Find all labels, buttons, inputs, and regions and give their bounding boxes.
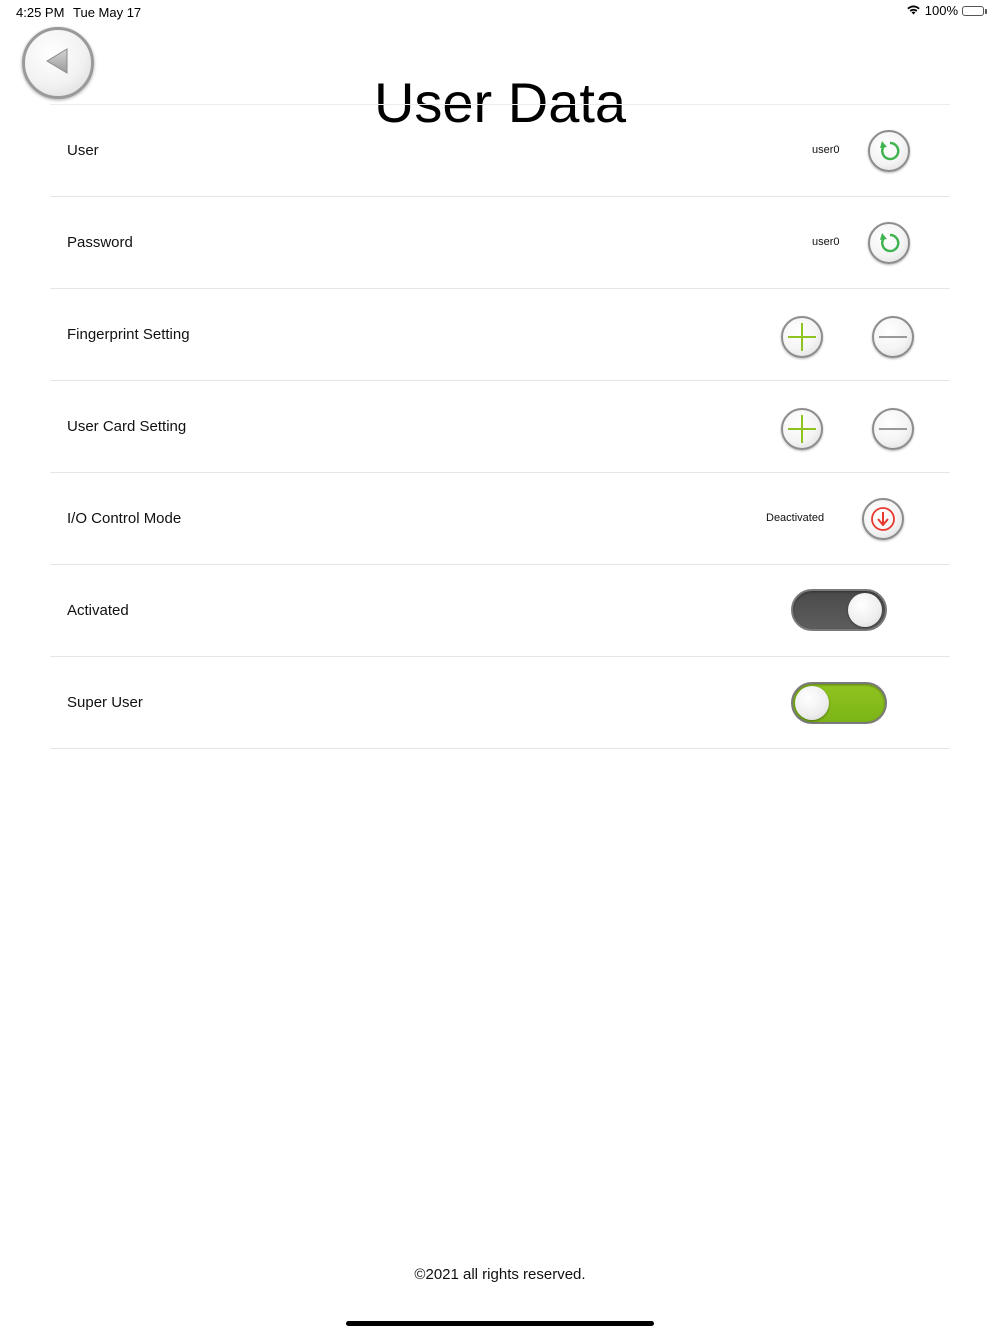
row-user: User user0 [50, 105, 950, 197]
down-arrow-icon [869, 505, 897, 533]
toggle-knob [795, 686, 829, 720]
status-bar: 4:25 PM Tue May 17 100% [0, 0, 1000, 24]
home-indicator[interactable] [346, 1321, 654, 1326]
password-refresh-button[interactable] [868, 222, 910, 264]
super-user-toggle[interactable] [791, 682, 887, 724]
fingerprint-label: Fingerprint Setting [67, 326, 190, 343]
battery-percent: 100% [924, 3, 958, 18]
row-password: Password user0 [50, 197, 950, 289]
status-indicators: 100% [906, 3, 987, 18]
super-user-label: Super User [67, 694, 143, 711]
status-time: 4:25 PM [16, 5, 65, 20]
copyright-footer: ©2021 all rights reserved. [414, 1266, 586, 1283]
row-super-user: Super User [50, 657, 950, 749]
minus-icon [876, 320, 910, 354]
fingerprint-remove-button[interactable] [872, 316, 914, 358]
plus-icon [785, 412, 819, 446]
fingerprint-add-button[interactable] [781, 316, 823, 358]
plus-icon [785, 320, 819, 354]
status-date: Tue May 17 [73, 5, 142, 20]
refresh-icon [876, 230, 902, 256]
row-user-card: User Card Setting [50, 381, 950, 473]
minus-icon [876, 412, 910, 446]
row-activated: Activated [50, 565, 950, 657]
toggle-knob [848, 593, 882, 627]
row-io-control: I/O Control Mode Deactivated [50, 473, 950, 565]
row-fingerprint: Fingerprint Setting [50, 289, 950, 381]
settings-list: User user0 Password user0 Fingerprint Se… [50, 104, 950, 749]
user-card-add-button[interactable] [781, 408, 823, 450]
io-control-value: Deactivated [766, 512, 825, 524]
user-label: User [67, 142, 99, 159]
io-control-label: I/O Control Mode [67, 510, 182, 527]
wifi-icon [906, 3, 921, 18]
activated-label: Activated [67, 602, 129, 619]
password-label: Password [67, 234, 133, 251]
user-card-label: User Card Setting [67, 418, 187, 435]
password-value: user0 [812, 236, 840, 248]
user-card-remove-button[interactable] [872, 408, 914, 450]
user-value: user0 [812, 144, 840, 156]
io-control-toggle-button[interactable] [862, 498, 904, 540]
activated-toggle[interactable] [791, 589, 887, 631]
refresh-icon [876, 138, 902, 164]
user-refresh-button[interactable] [868, 130, 910, 172]
battery-icon [962, 5, 987, 16]
